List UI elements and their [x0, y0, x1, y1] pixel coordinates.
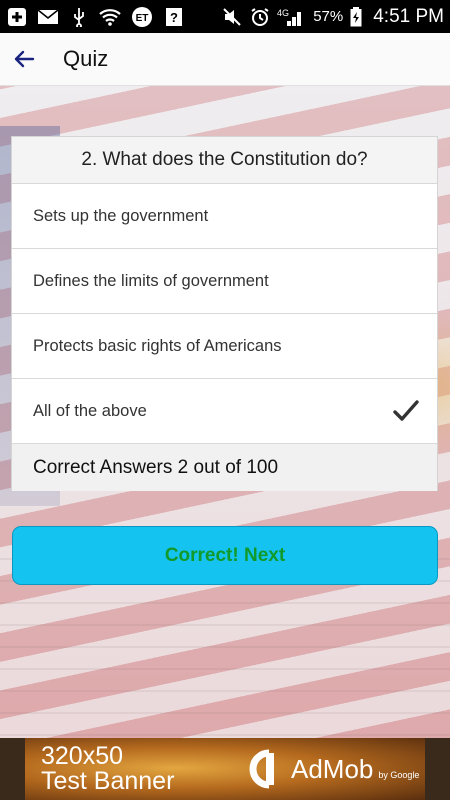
status-bar: ET ? 4G 57% 4:51 PM: [0, 0, 450, 33]
battery-icon: [349, 6, 363, 27]
answer-option-4[interactable]: All of the above: [12, 379, 437, 444]
add-icon: [6, 7, 28, 27]
et-icon-label: ET: [136, 13, 149, 24]
admob-logo-icon: [239, 747, 283, 791]
ad-banner[interactable]: 320x50 Test Banner AdMob by Google: [25, 738, 425, 800]
mute-icon: [221, 7, 243, 27]
ad-banner-label: Test Banner: [41, 767, 175, 795]
checkmark-icon: [393, 398, 419, 424]
app-bar: Quiz: [0, 33, 450, 86]
answer-option-label: Protects basic rights of Americans: [33, 336, 282, 355]
answer-option-1[interactable]: Sets up the government: [12, 184, 437, 249]
battery-percent: 57%: [313, 8, 344, 25]
answer-option-3[interactable]: Protects basic rights of Americans: [12, 314, 437, 379]
mail-icon: [37, 7, 59, 27]
et-icon: ET: [130, 6, 154, 27]
score-text: Correct Answers 2 out of 100: [12, 444, 437, 491]
ad-by-google: by Google: [378, 770, 420, 780]
page-title: Quiz: [63, 46, 109, 71]
answer-option-2[interactable]: Defines the limits of government: [12, 249, 437, 314]
ad-brand: AdMob: [291, 753, 374, 784]
question-text: 2. What does the Constitution do?: [12, 137, 437, 184]
quiz-card: 2. What does the Constitution do? Sets u…: [11, 136, 438, 491]
next-button[interactable]: Correct! Next: [12, 526, 438, 585]
ad-text: 320x50 Test Banner: [41, 744, 201, 794]
unknown-icon-label: ?: [170, 10, 178, 25]
answer-option-label: Defines the limits of government: [33, 271, 269, 290]
usb-icon: [68, 7, 90, 27]
answer-option-label: All of the above: [33, 401, 147, 420]
ad-size-label: 320x50: [41, 742, 124, 770]
unknown-icon: ?: [163, 7, 185, 27]
back-arrow-icon: [14, 50, 35, 68]
alarm-icon: [249, 7, 271, 27]
back-button[interactable]: [4, 39, 44, 79]
wifi-icon: [99, 7, 121, 27]
signal-icon: 4G: [277, 7, 307, 27]
network-label: 4G: [277, 8, 289, 18]
answer-option-label: Sets up the government: [33, 206, 209, 225]
clock: 4:51 PM: [373, 5, 444, 27]
